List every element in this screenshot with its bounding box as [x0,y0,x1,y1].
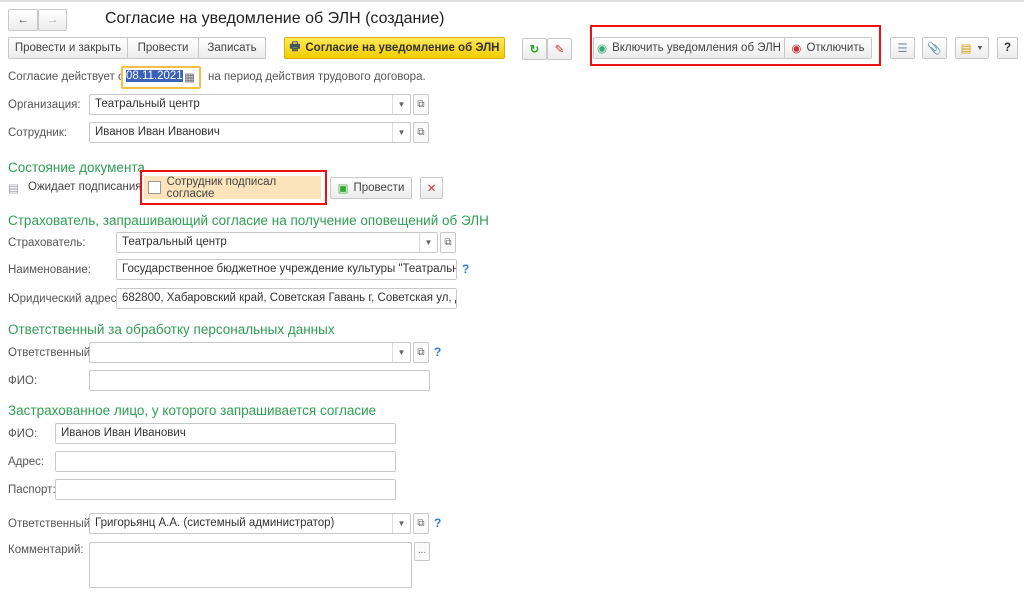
consent-period-text: на период действия трудового договора. [208,71,426,83]
section-document-status: Состояние документа [8,160,145,175]
pd-responsible-field[interactable]: ▼ [89,342,411,363]
organization-field[interactable]: Театральный центр ▼ [89,94,411,115]
globe-cross-icon: ◉ [791,43,802,55]
dropdown-arrow-icon[interactable]: ▼ [392,95,410,114]
legal-address-label: Юридический адрес: [8,293,120,305]
open-organization-button[interactable]: ⧉ [413,94,429,115]
help-icon[interactable]: ? [434,516,441,530]
list-icon: ☰ [897,43,908,55]
dropdown-arrow-icon[interactable]: ▼ [392,343,410,362]
insurer-label: Страхователь: [8,237,86,249]
pd-fio-field[interactable] [89,370,430,391]
comment-edit-button[interactable]: ... [414,542,430,561]
report-icon: ▤ [960,43,972,55]
section-personal-data: Ответственный за обработку персональных … [8,322,335,337]
help-icon[interactable]: ? [462,262,469,276]
cancel-edit-button[interactable]: ✎ [547,38,572,60]
printer-icon: 🖶 [289,40,301,53]
consent-date-field[interactable]: 08.11.2021 ▦ [121,66,201,89]
calendar-icon[interactable]: ▦ [184,70,195,84]
reports-button[interactable]: ▤ ▼ [955,37,989,59]
open-employee-button[interactable]: ⧉ [413,122,429,143]
help-icon[interactable]: ? [434,345,441,359]
employee-signed-checkbox[interactable]: Сотрудник подписал согласие [144,175,321,200]
document-icon: ▤ [8,183,19,195]
responsible-field[interactable]: Григорьянц А.А. (системный администратор… [89,513,411,534]
save-button[interactable]: Записать [198,37,266,59]
paperclip-icon: 📎 [927,43,942,55]
status-text: Ожидает подписания [28,181,142,193]
post-document-icon: ▣ [337,183,349,195]
arrow-right-icon: → [46,14,59,26]
open-responsible-button[interactable]: ⧉ [413,513,429,534]
document-cross-icon: ✕ [426,183,437,195]
dropdown-arrow-icon[interactable]: ▼ [392,123,410,142]
insured-passport-field[interactable] [55,479,396,500]
insurer-field[interactable]: Театральный центр ▼ [116,232,438,253]
organization-label: Организация: [8,99,81,111]
refresh-button[interactable]: ↻ [522,38,547,60]
cancel-posting-button[interactable]: ✕ [420,177,443,199]
post-and-close-button[interactable]: Провести и закрыть [8,37,128,59]
comment-label: Комментарий: [8,544,84,556]
help-button[interactable]: ? [997,37,1018,59]
insured-address-label: Адрес: [8,456,45,468]
arrow-left-icon: ← [17,14,29,26]
attach-button[interactable]: 📎 [922,37,947,59]
employee-label: Сотрудник: [8,127,68,139]
employee-value: Иванов Иван Иванович [95,126,220,138]
consent-date-label: Согласие действует с: [8,71,127,83]
print-consent-button[interactable]: 🖶 Согласие на уведомление об ЭЛН [284,37,505,59]
insurer-name-field[interactable]: Государственное бюджетное учреждение кул… [116,259,457,280]
status-post-label: Провести [353,182,405,194]
insurer-name-label: Наименование: [8,264,91,276]
open-pd-responsible-button[interactable]: ⧉ [413,342,429,363]
status-post-button[interactable]: ▣ Провести [330,177,412,199]
insurer-value: Театральный центр [122,236,227,248]
insured-fio-field[interactable]: Иванов Иван Иванович [55,423,396,444]
comment-textarea[interactable] [89,542,412,588]
pd-fio-label: ФИО: [8,375,38,387]
enable-label: Включить уведомления об ЭЛН [612,42,781,54]
disable-notifications-button[interactable]: ◉ Отключить [784,37,872,59]
pd-responsible-label: Ответственный: [8,347,94,359]
open-insurer-button[interactable]: ⧉ [440,232,456,253]
employee-signed-label: Сотрудник подписал согласие [166,175,277,200]
globe-check-icon: ◉ [597,43,608,55]
print-consent-label: Согласие на уведомление об ЭЛН [305,42,500,54]
section-insured-person: Застрахованное лицо, у которого запрашив… [8,403,377,418]
insured-fio-label: ФИО: [8,428,38,440]
list-button[interactable]: ☰ [890,37,915,59]
organization-value: Театральный центр [95,98,200,110]
dropdown-arrow-icon[interactable]: ▼ [392,514,410,533]
checkbox-icon[interactable] [148,181,161,194]
post-button[interactable]: Провести [127,37,199,59]
pencil-cross-icon: ✎ [554,44,565,56]
forward-button[interactable]: → [38,9,67,31]
insured-address-field[interactable] [55,451,396,472]
responsible-value: Григорьянц А.А. (системный администратор… [95,517,335,529]
enable-notifications-button[interactable]: ◉ Включить уведомления об ЭЛН [593,37,785,59]
responsible-label: Ответственный: [8,518,94,530]
page-title: Согласие на уведомление об ЭЛН (создание… [105,10,445,27]
employee-field[interactable]: Иванов Иван Иванович ▼ [89,122,411,143]
insured-passport-label: Паспорт: [8,484,56,496]
dropdown-arrow-icon[interactable]: ▼ [419,233,437,252]
disable-label: Отключить [806,42,865,54]
refresh-icon: ↻ [529,44,540,56]
chevron-down-icon: ▼ [976,44,984,52]
back-button[interactable]: ← [8,9,38,31]
legal-address-field[interactable]: 682800, Хабаровский край, Советская Гава… [116,288,457,309]
section-insurer: Страхователь, запрашивающий согласие на … [8,213,489,228]
top-divider [0,0,1024,2]
consent-date-value: 08.11.2021 [126,70,183,82]
